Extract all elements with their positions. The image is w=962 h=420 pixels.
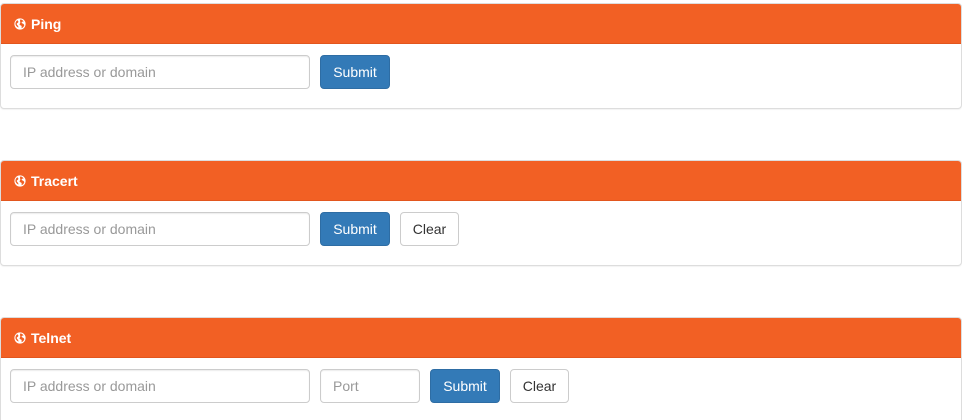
- telnet-submit-button[interactable]: Submit: [430, 369, 500, 403]
- telnet-panel: Telnet Submit Clear: [0, 317, 962, 420]
- ping-panel-body: Submit: [1, 44, 961, 108]
- ping-panel: Ping Submit: [0, 3, 962, 109]
- ping-ip-input[interactable]: [10, 55, 310, 89]
- globe-icon: [14, 331, 26, 344]
- ping-submit-button[interactable]: Submit: [320, 55, 390, 89]
- telnet-port-input[interactable]: [320, 369, 420, 403]
- network-tools-page: Ping Submit Tracert Submit Clear: [0, 0, 962, 420]
- telnet-panel-heading: Telnet: [1, 318, 961, 358]
- ping-panel-title: Ping: [31, 15, 62, 32]
- tracert-panel-title: Tracert: [31, 172, 78, 189]
- telnet-panel-body: Submit Clear: [1, 358, 961, 420]
- tracert-ip-input[interactable]: [10, 212, 310, 246]
- tracert-panel-body: Submit Clear: [1, 201, 961, 265]
- tracert-panel-heading: Tracert: [1, 161, 961, 201]
- tracert-panel: Tracert Submit Clear: [0, 160, 962, 266]
- ping-panel-heading: Ping: [1, 4, 961, 44]
- tracert-submit-button[interactable]: Submit: [320, 212, 390, 246]
- telnet-panel-title: Telnet: [31, 329, 72, 346]
- telnet-ip-input[interactable]: [10, 369, 310, 403]
- telnet-clear-button[interactable]: Clear: [510, 369, 569, 403]
- tracert-clear-button[interactable]: Clear: [400, 212, 459, 246]
- globe-icon: [14, 17, 26, 30]
- globe-icon: [14, 174, 26, 187]
